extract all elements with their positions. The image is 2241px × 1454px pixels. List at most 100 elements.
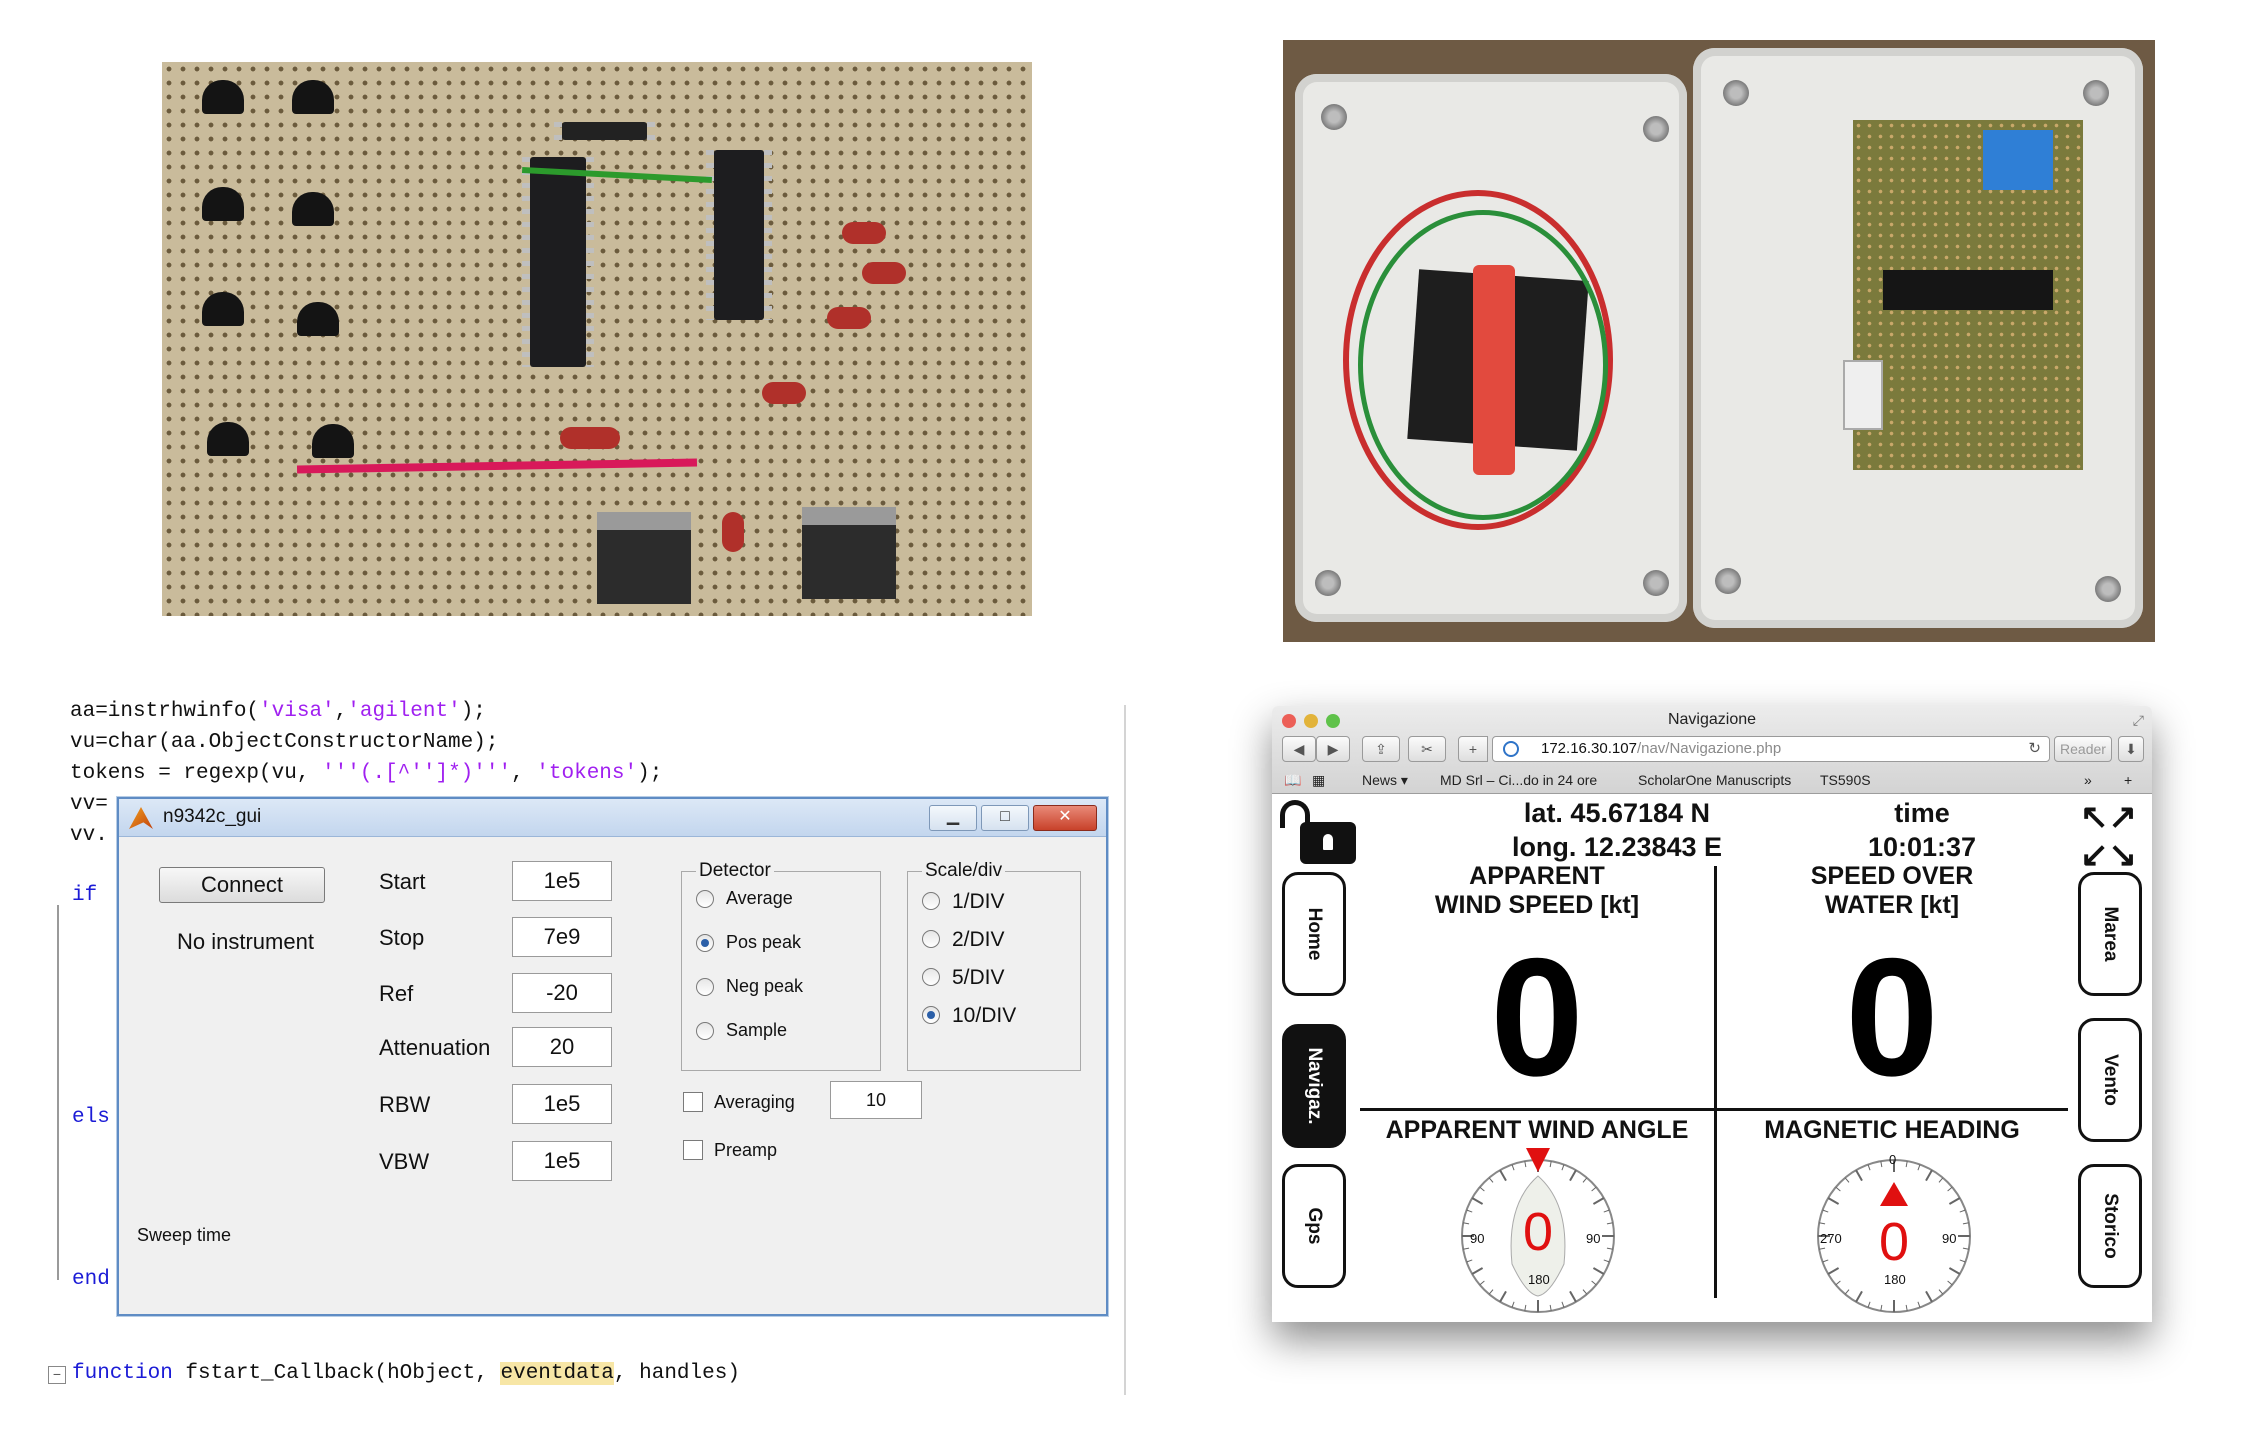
wire-loop — [1358, 210, 1608, 520]
code-line: els — [72, 1106, 110, 1129]
bookmark-news[interactable]: News ▾ — [1362, 772, 1408, 789]
fullscreen-icon[interactable]: ⤢ — [2133, 712, 2144, 729]
more-bookmarks-icon[interactable]: » — [2084, 772, 2092, 788]
scale-option-label: 10/DIV — [952, 1004, 1017, 1027]
averaging-checkbox[interactable] — [683, 1092, 703, 1112]
tab-navigaz[interactable]: Navigaz. — [1282, 1024, 1346, 1148]
lock-icon[interactable] — [1300, 822, 1356, 864]
code-token: vv. — [70, 824, 108, 847]
tab-label: Gps — [1304, 1207, 1325, 1245]
bookmark-tools-icon[interactable]: ✂ — [1408, 736, 1446, 762]
awa-tick-left: 90 — [1470, 1231, 1485, 1246]
connect-button[interactable]: Connect — [159, 867, 325, 903]
tab-storico[interactable]: Storico — [2078, 1164, 2142, 1288]
voltage-regulator — [597, 512, 691, 604]
url-path: /nav/Navigazione.php — [1636, 740, 1782, 757]
scale-option-label: 5/DIV — [952, 966, 1005, 989]
forward-button[interactable]: ▶ — [1316, 736, 1350, 762]
detector-radio[interactable] — [696, 1022, 714, 1040]
bookmark-md-srl[interactable]: MD Srl – Ci...do in 24 ore — [1440, 772, 1597, 788]
expand-icon[interactable]: ↖↗ — [2080, 800, 2137, 834]
detector-radio[interactable] — [696, 890, 714, 908]
pin-header — [554, 122, 655, 140]
gui-titlebar[interactable]: n9342c_gui ▁ □ ✕ — [119, 799, 1106, 837]
preamp-checkbox[interactable] — [683, 1140, 703, 1160]
screw — [1723, 80, 1749, 106]
apparent-wind-angle-label: APPARENT WIND ANGLE — [1385, 1116, 1689, 1144]
horizontal-divider — [1360, 1108, 2068, 1111]
code-line: tokens = regexp(vu, '''(.[^'']*)''', 'to… — [70, 762, 662, 785]
code-string: 'agilent' — [347, 700, 461, 723]
reload-icon[interactable]: ↻ — [2028, 737, 2041, 761]
collapse-icon[interactable]: ↙↘ — [2080, 838, 2137, 872]
param-field-start[interactable]: 1e5 — [512, 861, 612, 901]
reading-list-icon[interactable]: 📖 — [1284, 772, 1301, 789]
param-label-stop: Stop — [379, 925, 425, 950]
fold-toggle-icon[interactable]: − — [48, 1366, 66, 1384]
scale-radio[interactable] — [922, 968, 940, 986]
code-token: , — [511, 762, 537, 785]
capacitor — [762, 382, 806, 404]
top-sites-icon[interactable]: ▦ — [1312, 772, 1325, 789]
terminal-block — [1843, 360, 1883, 430]
tab-vento[interactable]: Vento — [2078, 1018, 2142, 1142]
detector-group-title: Detector — [696, 860, 774, 882]
detector-option-label: Average — [726, 888, 793, 908]
tab-gps[interactable]: Gps — [1282, 1164, 1346, 1288]
mh-tick-top: 0 — [1889, 1152, 1897, 1167]
scale-radio[interactable] — [922, 930, 940, 948]
screw — [1643, 116, 1669, 142]
param-field-rbw[interactable]: 1e5 — [512, 1084, 612, 1124]
param-label-start: Start — [379, 869, 426, 894]
transistor — [297, 302, 339, 336]
reader-button[interactable]: Reader — [2054, 736, 2112, 762]
detector-option-label: Sample — [726, 1020, 788, 1040]
transistor — [202, 80, 244, 114]
bookmark-ts590s[interactable]: TS590S — [1820, 772, 1871, 788]
ic-chip — [706, 150, 772, 320]
code-token: vu=char(aa.ObjectConstructorName); — [70, 731, 499, 754]
param-field-stop[interactable]: 7e9 — [512, 917, 612, 957]
code-token: , — [334, 700, 348, 723]
enclosure-photo — [1283, 40, 2155, 642]
time-value: 10:01:37 — [1867, 832, 1977, 862]
averaging-count-field[interactable]: 10 — [830, 1081, 922, 1119]
apparent-wind-speed-label: APPARENT WIND SPEED [kt] — [1434, 862, 1640, 919]
n9342c-gui-window: n9342c_gui ▁ □ ✕ Connect No instrument S… — [117, 797, 1108, 1316]
wire — [296, 458, 698, 474]
param-field-attenuation[interactable]: 20 — [512, 1027, 612, 1067]
code-string: 'visa' — [259, 700, 335, 723]
apparent-wind-angle-value: 0 — [1522, 1202, 1554, 1262]
back-button[interactable]: ◀ — [1282, 736, 1316, 762]
code-keyword: function — [72, 1362, 173, 1385]
tab-marea[interactable]: Marea — [2078, 872, 2142, 996]
code-token: vv= — [70, 793, 108, 816]
tab-home[interactable]: Home — [1282, 872, 1346, 996]
close-button[interactable]: ✕ — [1033, 805, 1097, 831]
add-icon[interactable]: + — [1458, 736, 1488, 762]
maximize-button[interactable]: □ — [981, 805, 1029, 831]
code-string: '''(.[^'']*)''' — [322, 762, 512, 785]
latitude: lat. 45.67184 N — [1523, 798, 1711, 828]
mh-tick-right: 90 — [1942, 1231, 1957, 1246]
address-bar[interactable]: 172.16.30.107/nav/Navigazione.php ↻ — [1492, 736, 2050, 762]
scale-group-title: Scale/div — [922, 860, 1006, 882]
detector-radio[interactable] — [696, 934, 714, 952]
bookmark-scholarone[interactable]: ScholarOne Manuscripts — [1638, 772, 1791, 788]
bookmarks-bar: 📖 ▦ News ▾ MD Srl – Ci...do in 24 ore Sc… — [1272, 768, 2152, 794]
detector-radio[interactable] — [696, 978, 714, 996]
code-line: function fstart_Callback(hObject, eventd… — [72, 1362, 740, 1385]
code-line: vu=char(aa.ObjectConstructorName); — [70, 731, 498, 754]
code-token: tokens = regexp(vu, — [70, 762, 323, 785]
share-icon[interactable]: ⇪ — [1362, 736, 1400, 762]
new-tab-icon[interactable]: + — [2124, 772, 2132, 788]
downloads-icon[interactable]: ⬇ — [2118, 736, 2144, 762]
param-label-rbw: RBW — [379, 1092, 431, 1117]
scale-radio[interactable] — [922, 1006, 940, 1024]
param-field-ref[interactable]: -20 — [512, 973, 612, 1013]
minimize-button[interactable]: ▁ — [929, 805, 977, 831]
scale-radio[interactable] — [922, 892, 940, 910]
param-field-vbw[interactable]: 1e5 — [512, 1141, 612, 1181]
param-label-attenuation: Attenuation — [379, 1035, 491, 1060]
ic-chip — [522, 157, 594, 367]
